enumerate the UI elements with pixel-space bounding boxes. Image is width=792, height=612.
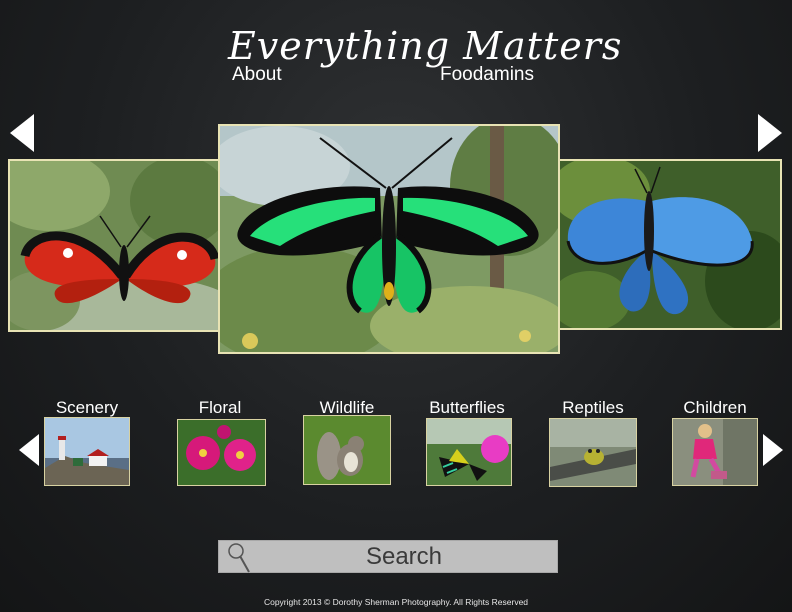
butterfly-on-flower-photo: [427, 419, 511, 485]
lighthouse-photo: [45, 418, 129, 485]
nav-foodamins-link[interactable]: Foodamins: [440, 64, 534, 86]
child-playing-photo: [673, 419, 757, 485]
blue-morpho-butterfly-photo: [560, 161, 780, 328]
categories-next-arrow-icon[interactable]: [763, 434, 783, 466]
category-thumb-butterflies[interactable]: [426, 418, 512, 486]
magnifier-icon[interactable]: [227, 541, 251, 575]
frog-photo: [550, 419, 636, 486]
category-thumb-scenery[interactable]: [44, 417, 130, 486]
category-thumb-floral[interactable]: [177, 419, 266, 486]
category-thumb-children[interactable]: [672, 418, 758, 486]
search-input[interactable]: [259, 541, 549, 572]
site-logo[interactable]: Everything Matters: [228, 24, 622, 68]
carousel-slide-center[interactable]: [218, 124, 560, 354]
nav-about-link[interactable]: About: [232, 64, 282, 86]
copyright-text: Copyright 2013 © Dorothy Sherman Photogr…: [263, 597, 529, 607]
category-label-scenery[interactable]: Scenery: [27, 398, 147, 418]
categories-prev-arrow-icon[interactable]: [19, 434, 39, 466]
carousel-slide-left[interactable]: [8, 159, 220, 332]
category-label-floral[interactable]: Floral: [160, 398, 280, 418]
category-thumb-wildlife[interactable]: [303, 415, 391, 485]
search-bar[interactable]: [218, 540, 558, 573]
carousel-next-arrow-icon[interactable]: [758, 114, 782, 152]
green-birdwing-butterfly-photo: [220, 126, 558, 352]
category-label-butterflies[interactable]: Butterflies: [407, 398, 527, 418]
squirrel-photo: [304, 416, 390, 484]
red-butterfly-photo: [10, 161, 218, 330]
flowers-photo: [178, 420, 265, 485]
category-label-children[interactable]: Children: [655, 398, 775, 418]
category-label-reptiles[interactable]: Reptiles: [533, 398, 653, 418]
carousel-prev-arrow-icon[interactable]: [10, 114, 34, 152]
carousel-slide-right[interactable]: [558, 159, 782, 330]
category-thumb-reptiles[interactable]: [549, 418, 637, 487]
